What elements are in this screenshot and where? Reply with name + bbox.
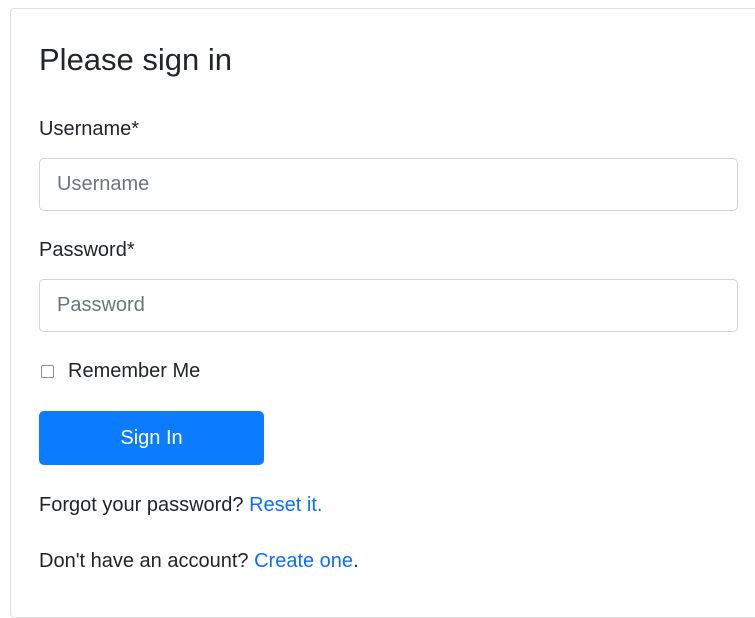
create-account-link[interactable]: Create one	[254, 550, 353, 572]
remember-me-label[interactable]: Remember Me	[68, 359, 200, 383]
forgot-password-line: Forgot your password? Reset it.	[39, 493, 322, 517]
create-account-line: Don't have an account? Create one.	[39, 549, 359, 573]
sign-in-card: Please sign in Username* Password* Remem…	[10, 8, 755, 618]
password-label: Password*	[39, 239, 135, 261]
remember-me-row[interactable]: Remember Me	[39, 359, 200, 383]
password-input[interactable]	[39, 279, 738, 332]
sign-in-button[interactable]: Sign In	[39, 411, 264, 465]
forgot-password-text: Forgot your password?	[39, 494, 244, 516]
username-label: Username*	[39, 118, 140, 140]
no-account-text: Don't have an account?	[39, 550, 249, 572]
page-title: Please sign in	[39, 42, 233, 77]
reset-password-link[interactable]: Reset it.	[249, 494, 322, 516]
create-account-suffix: .	[353, 550, 359, 572]
username-input[interactable]	[39, 158, 738, 211]
remember-me-checkbox[interactable]	[41, 364, 54, 378]
